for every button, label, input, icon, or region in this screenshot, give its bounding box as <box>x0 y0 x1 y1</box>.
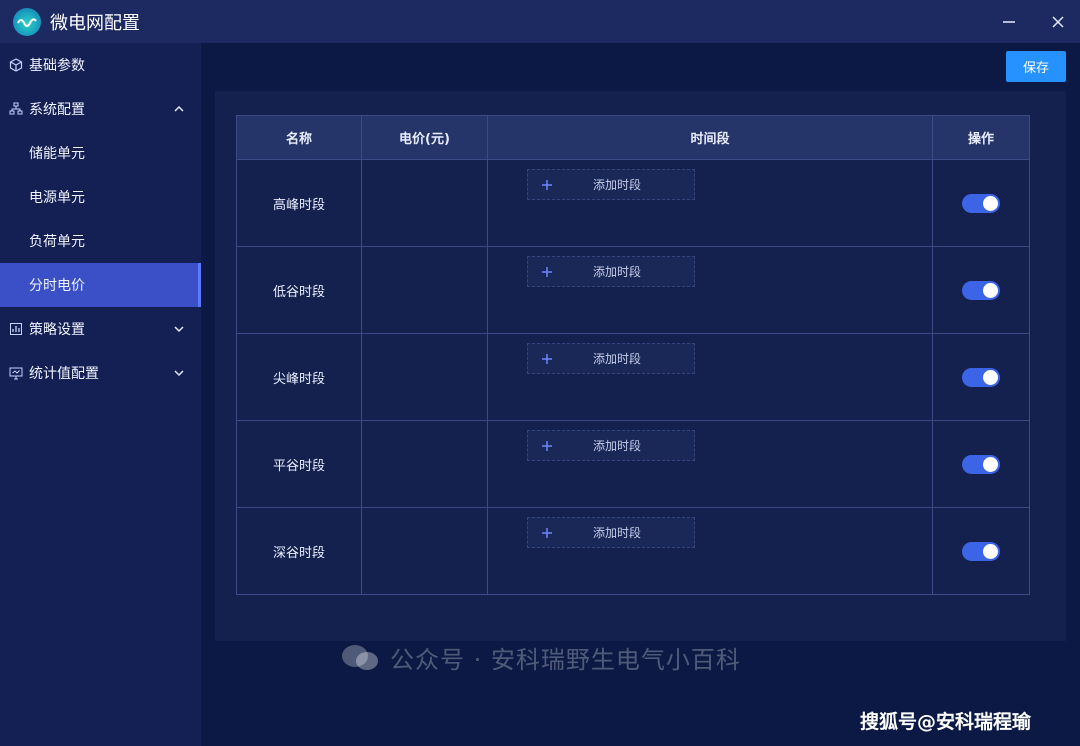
sidebar-item-label: 负荷单元 <box>29 234 85 250</box>
action-cell <box>932 333 1030 421</box>
row-name: 低谷时段 <box>236 246 362 334</box>
enable-toggle[interactable] <box>962 454 1000 474</box>
add-time-slot-button[interactable]: 添加时段 <box>527 256 695 287</box>
table-row: 深谷时段 添加时段 <box>236 507 1030 595</box>
sidebar: 基础参数 系统配置 储能单元 电源单元 负荷单元 分时电价 策略设置 统计值配置 <box>0 43 201 746</box>
sidebar-item-label: 系统配置 <box>29 102 85 118</box>
table-row: 平谷时段 添加时段 <box>236 420 1030 508</box>
add-time-slot-label: 添加时段 <box>593 526 642 540</box>
add-time-slot-button[interactable]: 添加时段 <box>527 517 695 548</box>
chevron-down-icon <box>172 322 186 336</box>
app-logo-icon <box>13 7 41 36</box>
column-header-name: 名称 <box>236 115 362 160</box>
price-cell[interactable] <box>361 159 488 247</box>
toggle-knob <box>983 456 998 472</box>
action-cell <box>932 507 1030 595</box>
sidebar-item-label: 电源单元 <box>29 190 85 206</box>
time-range-cell: 添加时段 <box>487 159 933 247</box>
column-header-price: 电价(元) <box>361 115 488 160</box>
tou-price-panel: 名称 电价(元) 时间段 操作 高峰时段 添加时段 低谷时段 添加时段 尖峰时段… <box>215 91 1066 641</box>
table-row: 高峰时段 添加时段 <box>236 159 1030 247</box>
wechat-icon <box>340 643 382 673</box>
action-cell <box>932 159 1030 247</box>
save-button[interactable]: 保存 <box>1006 51 1066 82</box>
time-range-cell: 添加时段 <box>487 420 933 508</box>
sidebar-item-power-unit[interactable]: 电源单元 <box>0 175 201 219</box>
row-name: 高峰时段 <box>236 159 362 247</box>
time-range-cell: 添加时段 <box>487 333 933 421</box>
network-icon <box>9 102 23 116</box>
title-bar: 微电网配置 <box>0 0 1080 43</box>
price-cell[interactable] <box>361 507 488 595</box>
time-range-cell: 添加时段 <box>487 246 933 334</box>
sidebar-item-load-unit[interactable]: 负荷单元 <box>0 219 201 263</box>
row-name: 尖峰时段 <box>236 333 362 421</box>
sidebar-item-tou-price[interactable]: 分时电价 <box>0 263 201 307</box>
add-time-slot-button[interactable]: 添加时段 <box>527 430 695 461</box>
add-time-slot-label: 添加时段 <box>593 352 642 366</box>
time-range-cell: 添加时段 <box>487 507 933 595</box>
chevron-up-icon <box>172 102 186 116</box>
toggle-knob <box>983 282 998 298</box>
toggle-knob <box>983 369 998 385</box>
sidebar-item-storage-unit[interactable]: 储能单元 <box>0 131 201 175</box>
sidebar-item-label: 策略设置 <box>29 322 85 338</box>
enable-toggle[interactable] <box>962 367 1000 387</box>
close-button[interactable] <box>1043 7 1073 37</box>
price-cell[interactable] <box>361 333 488 421</box>
sidebar-item-system-config[interactable]: 系统配置 <box>0 87 201 131</box>
window-title: 微电网配置 <box>50 12 140 34</box>
chart-icon <box>9 322 23 336</box>
watermark: 公众号 · 安科瑞野生电气小百科 <box>340 640 741 675</box>
minimize-button[interactable] <box>994 7 1024 37</box>
add-time-slot-label: 添加时段 <box>593 439 642 453</box>
plus-icon <box>541 440 553 452</box>
add-time-slot-label: 添加时段 <box>593 178 642 192</box>
sidebar-item-strategy[interactable]: 策略设置 <box>0 307 201 351</box>
sidebar-item-statistics[interactable]: 统计值配置 <box>0 351 201 395</box>
plus-icon <box>541 266 553 278</box>
sidebar-item-label: 储能单元 <box>29 146 85 162</box>
plus-icon <box>541 353 553 365</box>
plus-icon <box>541 527 553 539</box>
watermark-text: 公众号 · 安科瑞野生电气小百科 <box>390 646 741 674</box>
table-header-row: 名称 电价(元) 时间段 操作 <box>236 115 1030 160</box>
enable-toggle[interactable] <box>962 280 1000 300</box>
close-icon <box>1052 16 1064 28</box>
enable-toggle[interactable] <box>962 193 1000 213</box>
add-time-slot-button[interactable]: 添加时段 <box>527 169 695 200</box>
price-cell[interactable] <box>361 420 488 508</box>
row-name: 平谷时段 <box>236 420 362 508</box>
chevron-down-icon <box>172 366 186 380</box>
price-cell[interactable] <box>361 246 488 334</box>
action-cell <box>932 246 1030 334</box>
tou-price-table: 名称 电价(元) 时间段 操作 高峰时段 添加时段 低谷时段 添加时段 尖峰时段… <box>236 115 1030 595</box>
toggle-knob <box>983 195 998 211</box>
add-time-slot-button[interactable]: 添加时段 <box>527 343 695 374</box>
sidebar-item-basic-params[interactable]: 基础参数 <box>0 43 201 87</box>
watermark-corner-text: 搜狐号@安科瑞程瑜 <box>860 711 1032 733</box>
enable-toggle[interactable] <box>962 541 1000 561</box>
minimize-icon <box>1003 21 1015 23</box>
add-time-slot-label: 添加时段 <box>593 265 642 279</box>
column-header-action: 操作 <box>932 115 1030 160</box>
table-row: 尖峰时段 添加时段 <box>236 333 1030 421</box>
sidebar-item-label: 统计值配置 <box>29 366 99 382</box>
cube-icon <box>9 58 23 72</box>
action-cell <box>932 420 1030 508</box>
sidebar-item-label: 基础参数 <box>29 58 85 74</box>
row-name: 深谷时段 <box>236 507 362 595</box>
toggle-knob <box>983 543 998 559</box>
monitor-icon <box>9 366 23 380</box>
plus-icon <box>541 179 553 191</box>
table-row: 低谷时段 添加时段 <box>236 246 1030 334</box>
column-header-time-range: 时间段 <box>487 115 933 160</box>
sidebar-item-label: 分时电价 <box>29 278 85 294</box>
